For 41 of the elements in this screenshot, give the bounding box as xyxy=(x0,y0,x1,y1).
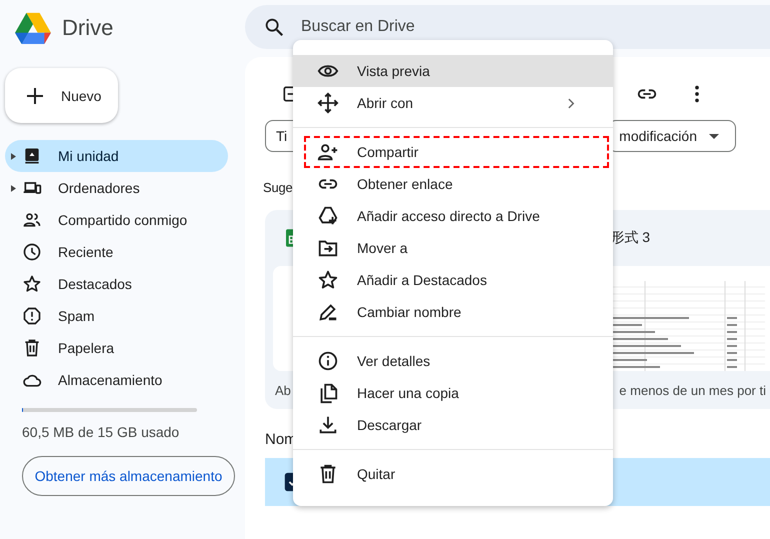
expand-arrow-icon xyxy=(11,184,16,192)
menu-item[interactable]: Añadir a Destacados xyxy=(293,264,613,296)
four-arrows-icon xyxy=(317,92,339,114)
download-icon xyxy=(317,414,339,436)
chevron-right-icon xyxy=(568,98,575,108)
sidebar-item[interactable]: Mi unidad xyxy=(5,140,228,172)
dropdown-caret-icon xyxy=(709,134,719,138)
menu-item[interactable]: Mover a xyxy=(293,232,613,264)
menu-item[interactable]: Compartir xyxy=(304,136,609,168)
alert-icon xyxy=(22,306,42,326)
clock-icon xyxy=(22,242,42,262)
sidebar-item[interactable]: Destacados xyxy=(5,268,228,300)
get-more-storage-button[interactable]: Obtener más almacenamiento xyxy=(22,456,235,496)
menu-item[interactable]: Descargar xyxy=(293,409,613,441)
sidebar-item[interactable]: Papelera xyxy=(5,332,228,364)
sidebar-item[interactable]: Ordenadores xyxy=(5,172,228,204)
app-name: Drive xyxy=(62,15,114,41)
info-icon xyxy=(317,350,339,372)
sidebar-item[interactable]: Compartido conmigo xyxy=(5,204,228,236)
expand-arrow-icon xyxy=(11,152,16,160)
menu-item[interactable]: Añadir acceso directo a Drive xyxy=(293,200,613,232)
person-add-icon xyxy=(317,141,339,163)
star-icon xyxy=(317,269,339,291)
file-caption: e menos de un mes por ti xyxy=(619,383,766,398)
menu-item[interactable]: Quitar xyxy=(293,458,613,490)
drive-add-icon xyxy=(317,205,339,227)
menu-item[interactable]: Vista previa xyxy=(293,55,613,87)
sidebar-item[interactable]: Reciente xyxy=(5,236,228,268)
new-button[interactable]: Nuevo xyxy=(5,68,118,123)
menu-item[interactable]: Cambiar nombre xyxy=(293,296,613,328)
menu-item[interactable]: Abrir con xyxy=(293,87,613,119)
file-caption: Ab xyxy=(275,383,291,398)
sidebar-item[interactable]: Spam xyxy=(5,300,228,332)
menu-item[interactable]: Obtener enlace xyxy=(293,168,613,200)
sidebar-item[interactable]: Almacenamiento xyxy=(5,364,228,396)
storage-usage-text: 60,5 MB de 15 GB usado xyxy=(22,424,180,440)
menu-item[interactable]: Hacer una copia xyxy=(293,377,613,409)
section-heading: Suge xyxy=(263,180,293,195)
star-icon xyxy=(22,274,42,294)
drive-logo-icon xyxy=(14,11,52,45)
menu-item[interactable]: Ver detalles xyxy=(293,345,613,377)
